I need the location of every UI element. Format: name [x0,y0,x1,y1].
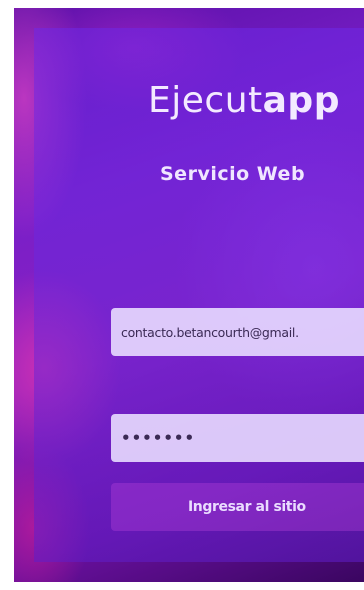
app-logo-title: Ejecutapp [148,80,340,121]
email-field[interactable]: contacto.betancourth@gmail. [111,308,364,356]
login-button[interactable]: Ingresar al sitio [111,483,364,531]
brand-suffix: app [262,80,340,121]
background-image: Ejecutapp Servicio Web contacto.betancou… [14,8,364,582]
password-field[interactable]: ••••••• [111,414,364,462]
brand-prefix: Ejecut [148,80,263,121]
page-subtitle: Servicio Web [160,163,306,185]
